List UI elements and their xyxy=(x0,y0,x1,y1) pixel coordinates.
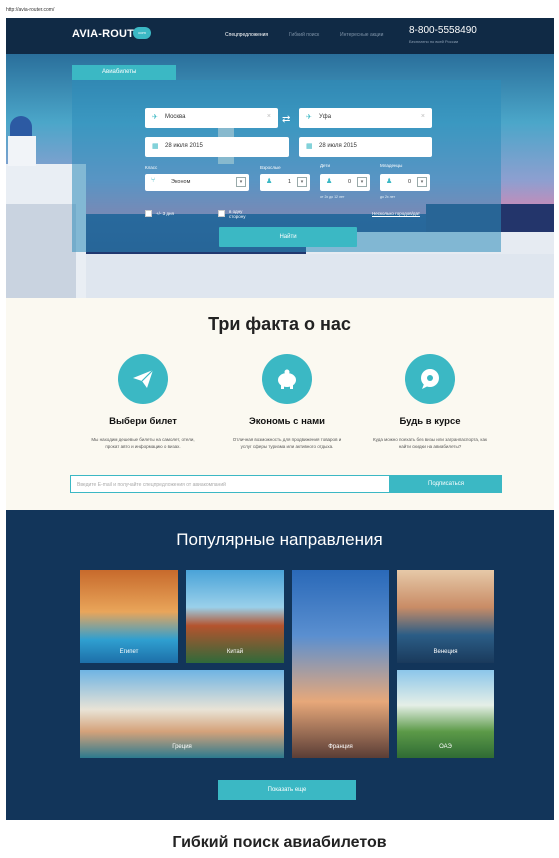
destinations-section xyxy=(6,510,554,820)
tile-uae[interactable]: ОАЭ xyxy=(397,670,494,758)
tab-flights[interactable]: Авиабилеты xyxy=(72,65,176,80)
tile-label-uae: ОАЭ xyxy=(439,744,452,750)
phone-subtitle: Бесплатно по всей России xyxy=(409,39,459,44)
church-dome xyxy=(10,116,32,138)
date-to-value: 28 июля 2015 xyxy=(319,143,357,149)
seat-icon: ⑂ xyxy=(151,177,156,184)
infants-select[interactable]: ♟ 0 ▾ xyxy=(380,174,430,191)
class-select[interactable]: ⑂ Эконом ▾ xyxy=(145,174,249,191)
fact-title-3: Будь в курсе xyxy=(399,416,461,427)
fact-text-1: Мы находим дешевые билеты на самолет, от… xyxy=(91,437,195,449)
clear-icon[interactable]: × xyxy=(267,113,271,120)
one-way-checkbox[interactable] xyxy=(218,210,225,217)
fact-text-3: Куда можно поехать без визы или загранпа… xyxy=(373,437,487,449)
church-base xyxy=(8,136,36,166)
logo-badge: com xyxy=(133,27,151,39)
email-field[interactable]: Введите E-mail и получайте спецпредложен… xyxy=(70,475,390,493)
tile-label-egypt: Египет xyxy=(119,649,139,655)
facts-title: Три факта о нас xyxy=(208,314,351,334)
children-label: Дети xyxy=(320,163,330,168)
adults-label: Взрослые xyxy=(260,165,281,170)
tile-eiffel[interactable] xyxy=(292,570,389,758)
phone-number: 8-800-5558490 xyxy=(409,25,477,36)
infants-label: Младенцы xyxy=(380,163,403,168)
chevron-down-icon: ▾ xyxy=(297,177,307,187)
tile-france-label-area: Франция xyxy=(292,736,389,758)
fact-text-2: Отличная возможность для продвижения тов… xyxy=(232,437,342,449)
from-value: Москва xyxy=(165,114,186,120)
plane-icon: ✈ xyxy=(306,114,312,121)
from-field[interactable]: ✈ Москва × xyxy=(145,108,278,128)
tile-label-france: Франция xyxy=(328,744,353,750)
tile-label-china: Китай xyxy=(226,649,244,655)
complex-route-link[interactable]: Несколько городов/дат xyxy=(372,211,420,216)
clear-icon[interactable]: × xyxy=(421,113,425,120)
paper-plane-icon xyxy=(118,354,168,404)
nav-special-offers[interactable]: Спецпредложения xyxy=(225,32,268,38)
children-sublabel: от 2х до 12 лет xyxy=(320,195,345,199)
infants-value: 0 xyxy=(408,179,412,185)
nav-promotions[interactable]: Интересные акции xyxy=(340,32,383,38)
flexible-search-title: Гибкий поиск авиабилетов xyxy=(172,834,387,851)
date-from-field[interactable]: ▦ 28 июля 2015 xyxy=(145,137,289,157)
baby-icon: ♟ xyxy=(386,178,393,185)
tile-greece[interactable]: Греция xyxy=(80,670,284,758)
tile-label-greece: Греция xyxy=(172,744,192,750)
swap-icon[interactable]: ⇄ xyxy=(282,114,290,125)
hero-houses-front xyxy=(66,254,554,298)
flex-dates-checkbox[interactable] xyxy=(145,210,152,217)
hero-town-front xyxy=(6,204,76,298)
chat-bubble-icon xyxy=(405,354,455,404)
chevron-down-icon: ▾ xyxy=(417,177,427,187)
destinations-title: Популярные направления xyxy=(176,530,383,549)
class-label: Класс xyxy=(145,165,158,170)
search-button[interactable]: Найти xyxy=(219,227,357,247)
browser-url: http://avia-router.com/ xyxy=(0,0,559,18)
person-icon: ♟ xyxy=(266,178,273,185)
nav-flexible-search[interactable]: Гибкий поиск xyxy=(289,32,319,38)
date-from-value: 28 июля 2015 xyxy=(165,143,203,149)
calendar-icon: ▦ xyxy=(306,143,313,150)
plane-icon: ✈ xyxy=(152,114,158,121)
flex-dates-label: +/- 3 дня xyxy=(156,211,174,216)
adults-select[interactable]: ♟ 1 ▾ xyxy=(260,174,310,191)
tile-venice[interactable]: Венеция xyxy=(397,570,494,663)
chevron-down-icon: ▾ xyxy=(357,177,367,187)
infants-sublabel: до 2х лет xyxy=(380,195,396,199)
adults-value: 1 xyxy=(288,179,292,185)
children-value: 0 xyxy=(348,179,352,185)
chevron-down-icon: ▾ xyxy=(236,177,246,187)
tile-egypt[interactable]: Египет xyxy=(80,570,178,663)
fact-title-1: Выбери билет xyxy=(109,416,177,427)
show-more-button[interactable]: Показать еще xyxy=(218,780,356,800)
tile-label-venice: Венеция xyxy=(433,649,458,655)
calendar-icon: ▦ xyxy=(152,143,159,150)
children-select[interactable]: ♟ 0 ▾ xyxy=(320,174,370,191)
class-value: Эконом xyxy=(171,179,191,185)
piggy-bank-icon xyxy=(262,354,312,404)
fact-title-2: Экономь с нами xyxy=(249,416,325,427)
date-to-field[interactable]: ▦ 28 июля 2015 xyxy=(299,137,432,157)
to-field[interactable]: ✈ Уфа × xyxy=(299,108,432,128)
to-value: Уфа xyxy=(319,114,332,120)
tile-china[interactable]: Китай xyxy=(186,570,284,663)
site-header: AVIA-ROUTER com Спецпредложения Гибкий п… xyxy=(6,18,554,54)
one-way-label: в одну сторону xyxy=(229,209,246,219)
child-icon: ♟ xyxy=(326,178,333,185)
subscribe-button[interactable]: Подписаться xyxy=(390,475,502,493)
